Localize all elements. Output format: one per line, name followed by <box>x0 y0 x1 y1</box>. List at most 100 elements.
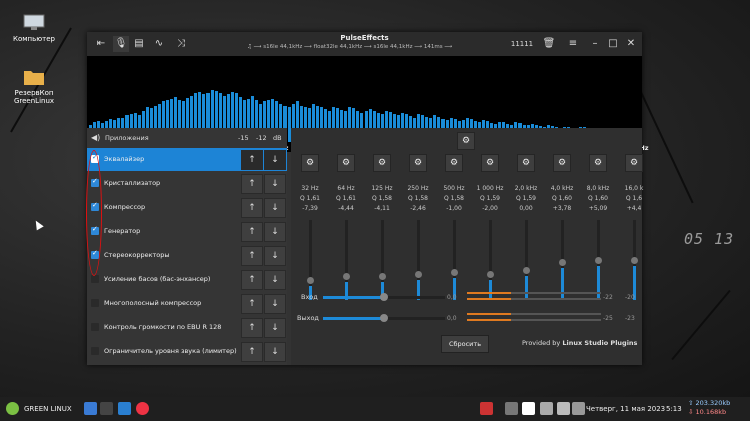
band-track[interactable] <box>379 220 386 300</box>
band-settings-gear-icon[interactable]: ⚙ <box>625 154 643 172</box>
plugin-toggle-checkbox[interactable] <box>91 323 99 331</box>
band-handle[interactable] <box>415 271 422 278</box>
language-flag-icon[interactable] <box>480 402 493 415</box>
band-handle[interactable] <box>487 271 494 278</box>
reset-button[interactable]: Сбросить <box>441 335 489 353</box>
band-track[interactable] <box>487 220 494 300</box>
browser-icon[interactable] <box>136 402 149 415</box>
band-settings-gear-icon[interactable]: ⚙ <box>301 154 319 172</box>
band-track[interactable] <box>523 220 530 300</box>
band-handle[interactable] <box>307 276 314 284</box>
band-track[interactable] <box>307 220 314 300</box>
input-gain-slider[interactable] <box>323 293 445 301</box>
start-label[interactable]: GREEN LINUX <box>24 402 72 416</box>
close-icon[interactable]: ✕ <box>623 36 639 52</box>
move-down-arrow-icon[interactable]: ↓ <box>264 318 286 338</box>
plugin-item[interactable]: Контроль громкости по EBU R 128 ↑ ↓ <box>87 316 287 339</box>
plugin-toggle-checkbox[interactable] <box>91 299 99 307</box>
move-down-arrow-icon[interactable]: ↓ <box>264 174 286 194</box>
move-down-arrow-icon[interactable]: ↓ <box>264 342 286 362</box>
gear-icon[interactable]: ⚙ <box>457 132 475 150</box>
move-up-arrow-icon[interactable]: ↑ <box>241 270 263 290</box>
band-track[interactable] <box>451 220 458 300</box>
pulseeffects-task-icon[interactable] <box>118 402 131 415</box>
plugin-item[interactable]: Многополосный компрессор ↑ ↓ <box>87 292 287 315</box>
file-manager-icon[interactable] <box>84 402 97 415</box>
plugin-item[interactable]: Ограничитель уровня звука (лимитер) ↑ ↓ <box>87 340 287 363</box>
move-down-arrow-icon[interactable]: ↓ <box>264 198 286 218</box>
plugin-item[interactable]: Генератор ↑↓ <box>87 220 287 243</box>
time-label[interactable]: 5:13 <box>666 402 682 416</box>
band-frequency: 8,0 kHz <box>586 185 610 192</box>
move-down-arrow-icon[interactable]: ↓ <box>264 270 286 290</box>
band-q: Q 1,59 <box>480 195 500 202</box>
date-label[interactable]: Четверг, 11 мая 2023 <box>586 402 665 416</box>
move-up-arrow-icon[interactable]: ↑ <box>241 246 263 266</box>
move-up-arrow-icon[interactable]: ↑ <box>241 342 263 362</box>
network-icon[interactable] <box>540 402 553 415</box>
plugin-item[interactable]: Компрессор ↑↓ <box>87 196 287 219</box>
move-up-arrow-icon[interactable]: ↑ <box>241 150 263 170</box>
plugin-item[interactable]: Эквалайзер ↑↓ <box>87 148 287 171</box>
band-track[interactable] <box>559 220 566 300</box>
plugin-item[interactable]: Кристаллизатор ↑↓ <box>87 172 287 195</box>
band-settings-gear-icon[interactable]: ⚙ <box>337 154 355 172</box>
input-gain-fill <box>323 296 384 299</box>
move-down-arrow-icon[interactable]: ↓ <box>264 246 286 266</box>
updates-icon[interactable] <box>522 402 535 415</box>
band-track[interactable] <box>631 220 638 300</box>
volume-icon[interactable] <box>557 402 570 415</box>
apps-row[interactable]: ◀) Приложения -15 -12 dB <box>87 128 287 148</box>
band-settings-gear-icon[interactable]: ⚙ <box>553 154 571 172</box>
plugin-item[interactable]: Усиление басов (бас-энхансер) ↑ ↓ <box>87 268 287 291</box>
move-up-arrow-icon[interactable]: ↑ <box>241 318 263 338</box>
band-settings-gear-icon[interactable]: ⚙ <box>481 154 499 172</box>
band-frequency: 500 Hz <box>443 185 465 192</box>
maximize-icon[interactable]: □ <box>605 36 621 52</box>
net-upload-value: 203.320kb <box>695 399 731 407</box>
desktop-icon-computer[interactable]: Компьютер <box>4 14 64 43</box>
band-handle[interactable] <box>343 273 350 281</box>
output-gain-slider[interactable] <box>323 314 445 322</box>
band-frequency: 16,0 k <box>624 185 644 192</box>
menu-icon[interactable]: ≡ <box>565 36 581 52</box>
band-settings-gear-icon[interactable]: ⚙ <box>589 154 607 172</box>
move-up-arrow-icon[interactable]: ↑ <box>241 222 263 242</box>
output-level-meter <box>467 319 511 321</box>
move-down-arrow-icon[interactable]: ↓ <box>264 294 286 314</box>
band-handle[interactable] <box>559 259 566 266</box>
start-menu-icon[interactable] <box>6 402 19 415</box>
band-settings-gear-icon[interactable]: ⚙ <box>409 154 427 172</box>
plugin-toggle-checkbox[interactable] <box>91 275 99 283</box>
input-gain-handle[interactable] <box>380 293 388 301</box>
terminal-icon[interactable] <box>100 402 113 415</box>
band-handle[interactable] <box>379 273 386 281</box>
move-down-arrow-icon[interactable]: ↓ <box>264 222 286 242</box>
plugin-toggle-checkbox[interactable] <box>91 347 99 355</box>
band-handle[interactable] <box>523 267 530 274</box>
files-icon[interactable] <box>572 402 585 415</box>
band-track[interactable] <box>415 220 422 300</box>
apps-db-value: -15 <box>238 134 249 142</box>
desktop-icon-backup[interactable]: РезервКоп GreenLinux <box>4 68 64 105</box>
band-handle[interactable] <box>451 269 458 277</box>
band-handle[interactable] <box>595 257 602 265</box>
band-settings-gear-icon[interactable]: ⚙ <box>445 154 463 172</box>
band-fill <box>489 280 492 300</box>
move-up-arrow-icon[interactable]: ↑ <box>241 198 263 218</box>
move-up-arrow-icon[interactable]: ↑ <box>241 294 263 314</box>
band-track[interactable] <box>595 220 602 300</box>
band-handle[interactable] <box>631 257 638 265</box>
shield-icon[interactable] <box>505 402 518 415</box>
provided-prefix: Provided by <box>522 339 563 347</box>
move-up-arrow-icon[interactable]: ↑ <box>241 174 263 194</box>
plugin-item[interactable]: Стереокорректоры ↑↓ <box>87 244 287 267</box>
band-track[interactable] <box>343 220 350 300</box>
trash-icon[interactable]: 🗑 <box>541 36 557 52</box>
move-down-arrow-icon[interactable]: ↓ <box>264 150 286 170</box>
annotation-ellipse <box>86 150 102 276</box>
band-settings-gear-icon[interactable]: ⚙ <box>373 154 391 172</box>
band-settings-gear-icon[interactable]: ⚙ <box>517 154 535 172</box>
minimize-icon[interactable]: – <box>587 36 603 52</box>
output-gain-handle[interactable] <box>380 314 388 322</box>
